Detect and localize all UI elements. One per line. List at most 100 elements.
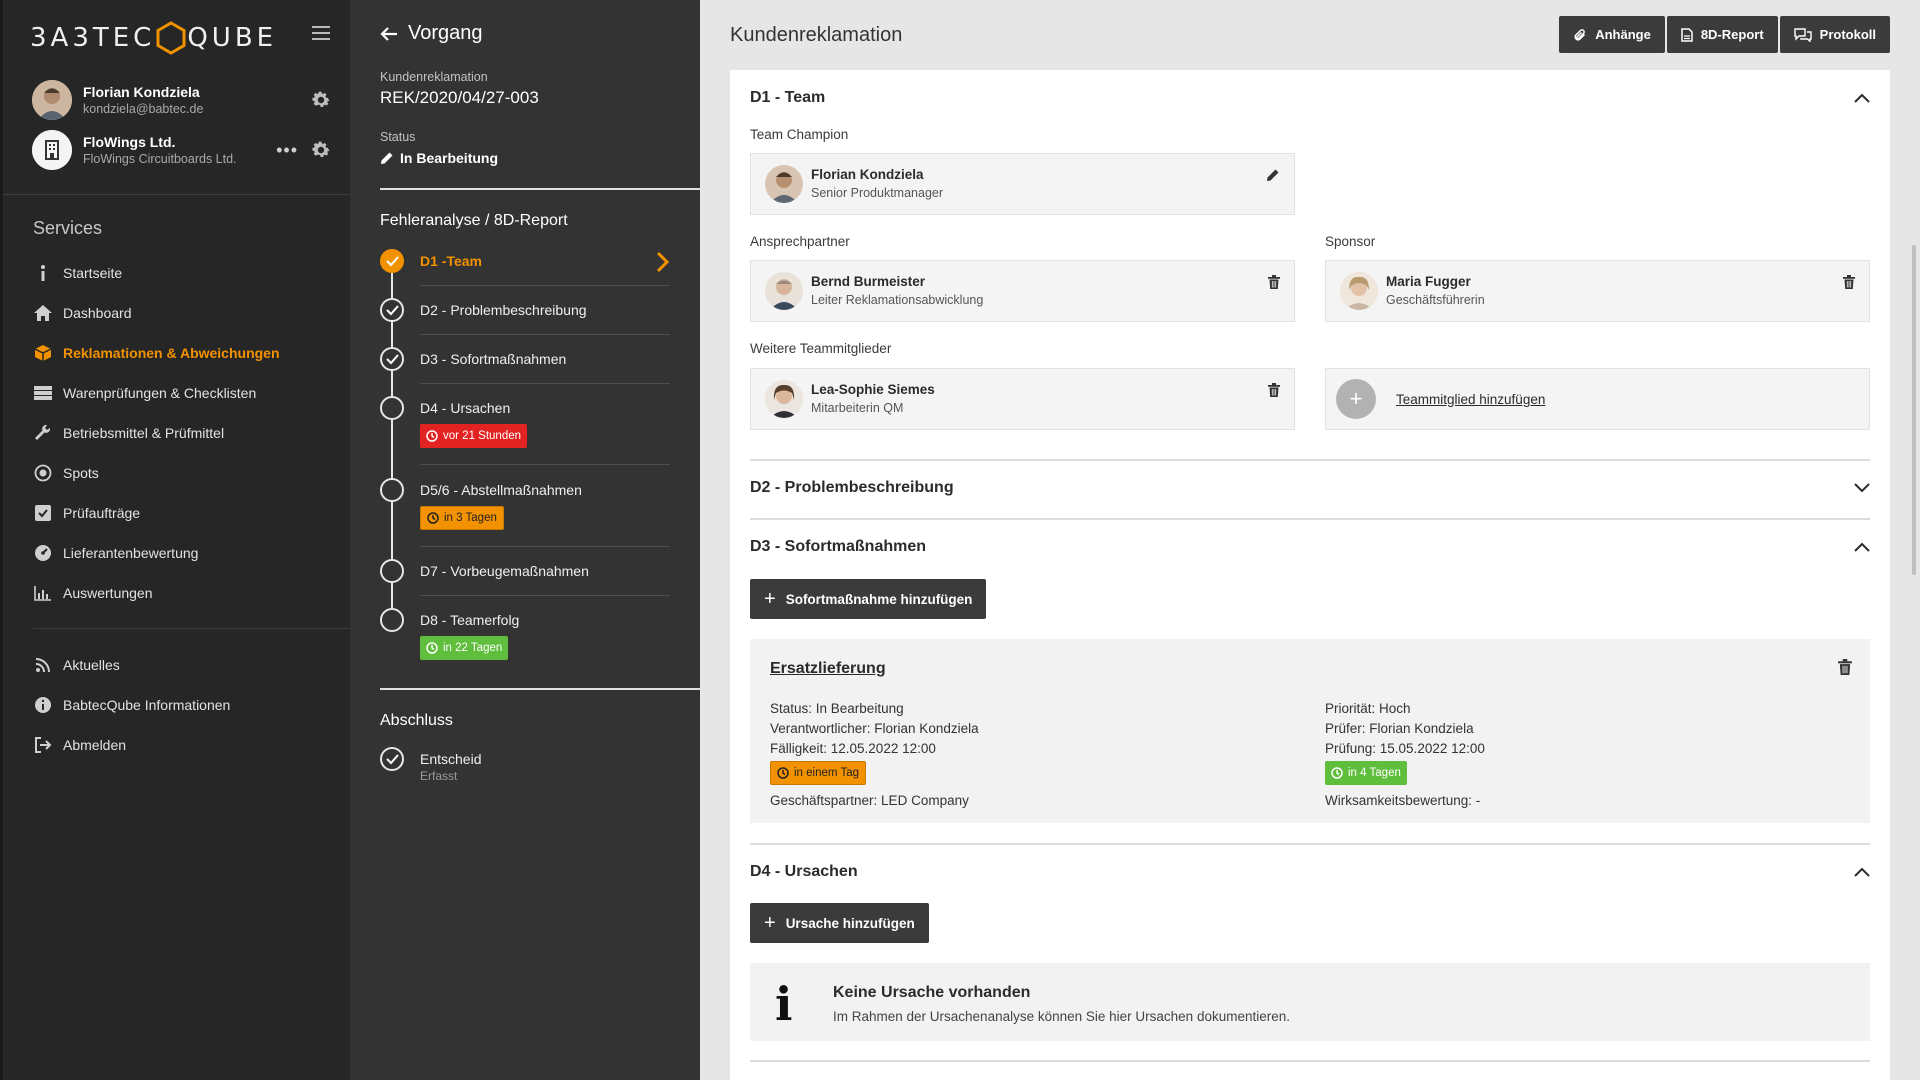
info-i-icon: i: [775, 977, 793, 1031]
step-d8[interactable]: D8 - Teamerfolg in 22 Tagen: [380, 608, 670, 668]
add-immediate-action-button[interactable]: + Sofortmaßnahme hinzufügen: [750, 579, 987, 619]
section-divider: [750, 518, 1870, 520]
main-content: Kundenreklamation Anhänge 8D-Report Prot…: [700, 0, 1920, 1080]
champion-label: Team Champion: [750, 127, 849, 142]
chevron-up-icon: [1854, 539, 1870, 557]
chevron-right-icon[interactable]: [656, 251, 670, 276]
person-name: Bernd Burmeister: [811, 274, 926, 289]
sidebar-item-auswertungen[interactable]: Auswertungen: [33, 578, 333, 608]
user-account[interactable]: Florian Kondziela kondziela@babtec.de: [32, 80, 332, 124]
process-number: REK/2020/04/27-003: [380, 88, 539, 107]
step-current-check-icon: [380, 249, 404, 273]
person-name: Lea-Sophie Siemes: [811, 382, 935, 397]
sidebar-item-aktuelles[interactable]: Aktuelles: [33, 650, 333, 680]
section-divider: [750, 1060, 1870, 1062]
report-card: D1 - Team Team Champion Florian Kondziel…: [730, 70, 1890, 1080]
chevron-up-icon: [1854, 864, 1870, 882]
sidebar-item-warenpruefungen[interactable]: Warenprüfungen & Checklisten: [33, 378, 333, 408]
action-title-link[interactable]: Ersatzlieferung: [770, 660, 886, 678]
contact-avatar: [765, 272, 803, 310]
company-subtitle: FloWings Circuitboards Ltd.: [83, 152, 237, 166]
section-d2-header[interactable]: D2 - Problembeschreibung: [750, 468, 1870, 508]
section-d4-header[interactable]: D4 - Ursachen: [750, 852, 1870, 892]
add-team-member-button[interactable]: + Teammitglied hinzufügen: [1325, 368, 1870, 430]
list-icon: [33, 383, 53, 403]
protocol-button[interactable]: Protokoll: [1779, 16, 1890, 53]
user-settings-gear-icon[interactable]: [310, 89, 332, 111]
8d-report-button[interactable]: 8D-Report: [1666, 16, 1778, 53]
box-icon: [33, 343, 53, 363]
step-d2[interactable]: D2 - Problembeschreibung: [380, 298, 670, 338]
sidebar-item-informationen[interactable]: BabtecQube Informationen: [33, 690, 333, 720]
step-d4[interactable]: D4 - Ursachen vor 21 Stunden: [380, 396, 670, 466]
members-label: Weitere Teammitglieder: [750, 341, 892, 356]
sidebar-item-label: Prüfaufträge: [63, 505, 141, 521]
sidebar-item-pruefauftraege[interactable]: Prüfaufträge: [33, 498, 333, 528]
trash-icon[interactable]: [1843, 275, 1855, 292]
rss-icon: [33, 655, 53, 675]
company-settings-gear-icon[interactable]: [310, 139, 332, 161]
closing-section-title: Abschluss: [380, 712, 453, 729]
chat-bubbles-icon: [1793, 27, 1812, 42]
sidebar-item-lieferantenbewertung[interactable]: Lieferantenbewertung: [33, 538, 333, 568]
sidebar-item-label: Betriebsmittel & Prüfmittel: [63, 425, 225, 441]
sidebar-item-startseite[interactable]: Startseite: [33, 258, 333, 288]
services-heading: Services: [33, 218, 103, 238]
action-check-date: Prüfung: 15.05.2022 12:00: [1325, 741, 1485, 756]
step-d3[interactable]: D3 - Sofortmaßnahmen: [380, 347, 670, 387]
attachments-button[interactable]: Anhänge: [1559, 16, 1665, 53]
section-d3-header[interactable]: D3 - Sofortmaßnahmen: [750, 527, 1870, 567]
info-circle-icon: [33, 695, 53, 715]
due-badge-overdue: vor 21 Stunden: [420, 424, 528, 448]
action-checker: Prüfer: Florian Kondziela: [1325, 721, 1474, 736]
sidebar-item-spots[interactable]: Spots: [33, 458, 333, 488]
status-label: Status: [380, 130, 416, 144]
company-avatar-building-icon: [32, 130, 72, 170]
sidebar-item-betriebsmittel[interactable]: Betriebsmittel & Prüfmittel: [33, 418, 333, 448]
action-effectiveness: Wirksamkeitsbewertung: -: [1325, 793, 1481, 808]
trash-icon[interactable]: [1838, 659, 1852, 678]
gauge-icon: [33, 543, 53, 563]
toolbar: Anhänge 8D-Report Protokoll: [1559, 16, 1890, 53]
step-d5-6[interactable]: D5/6 - Abstellmaßnahmen in 3 Tagen: [380, 478, 670, 548]
section-d1-header[interactable]: D1 - Team: [750, 78, 1870, 118]
step-entscheid[interactable]: Entscheid Erfasst: [380, 747, 670, 787]
team-member-card: Lea-Sophie Siemes Mitarbeiterin QM: [750, 368, 1295, 430]
step-title: D1 -Team: [420, 253, 482, 269]
user-email: kondziela@babtec.de: [83, 102, 204, 116]
add-member-link[interactable]: Teammitglied hinzufügen: [1396, 392, 1545, 407]
menu-toggle-icon[interactable]: [312, 26, 330, 42]
sidebar-item-label: Aktuelles: [63, 657, 120, 673]
clock-icon: [777, 767, 789, 779]
sidebar-item-label: Auswertungen: [63, 585, 153, 601]
trash-icon[interactable]: [1268, 275, 1280, 292]
back-button[interactable]: Vorgang: [380, 22, 483, 45]
sidebar-item-dashboard[interactable]: Dashboard: [33, 298, 333, 328]
action-responsible: Verantwortlicher: Florian Kondziela: [770, 721, 979, 736]
person-name: Florian Kondziela: [811, 167, 924, 182]
home-icon: [33, 303, 53, 323]
sidebar-item-abmelden[interactable]: Abmelden: [33, 730, 333, 760]
paperclip-icon: [1574, 28, 1586, 41]
step-d1[interactable]: D1 -Team: [380, 249, 670, 289]
sidebar-item-label: Warenprüfungen & Checklisten: [63, 385, 257, 401]
scrollbar[interactable]: [1912, 245, 1916, 575]
trash-icon[interactable]: [1268, 383, 1280, 400]
sidebar: 3A3TEC QUBE Florian Kondziela kondziela@…: [0, 0, 353, 1080]
more-options-icon[interactable]: •••: [276, 140, 298, 161]
step-d7[interactable]: D7 - Vorbeugemaßnahmen: [380, 559, 670, 599]
step-title: D2 - Problembeschreibung: [420, 302, 587, 318]
due-badge-soon: in 3 Tagen: [420, 506, 504, 530]
edit-pencil-icon[interactable]: [1266, 168, 1280, 185]
person-role: Leiter Reklamationsabwicklung: [811, 293, 984, 307]
company-account[interactable]: FloWings Ltd. FloWings Circuitboards Ltd…: [32, 130, 332, 174]
company-name: FloWings Ltd.: [83, 134, 176, 150]
person-role: Mitarbeiterin QM: [811, 401, 904, 415]
sidebar-item-label: Spots: [63, 465, 99, 481]
step-subtitle: Erfasst: [420, 769, 458, 783]
sidebar-item-reklamationen[interactable]: Reklamationen & Abweichungen: [33, 338, 333, 368]
step-open-circle-icon: [380, 396, 404, 420]
process-type-label: Kundenreklamation: [380, 70, 488, 84]
babtecqube-logo[interactable]: 3A3TEC QUBE: [30, 21, 277, 55]
add-cause-button[interactable]: + Ursache hinzufügen: [750, 903, 929, 943]
